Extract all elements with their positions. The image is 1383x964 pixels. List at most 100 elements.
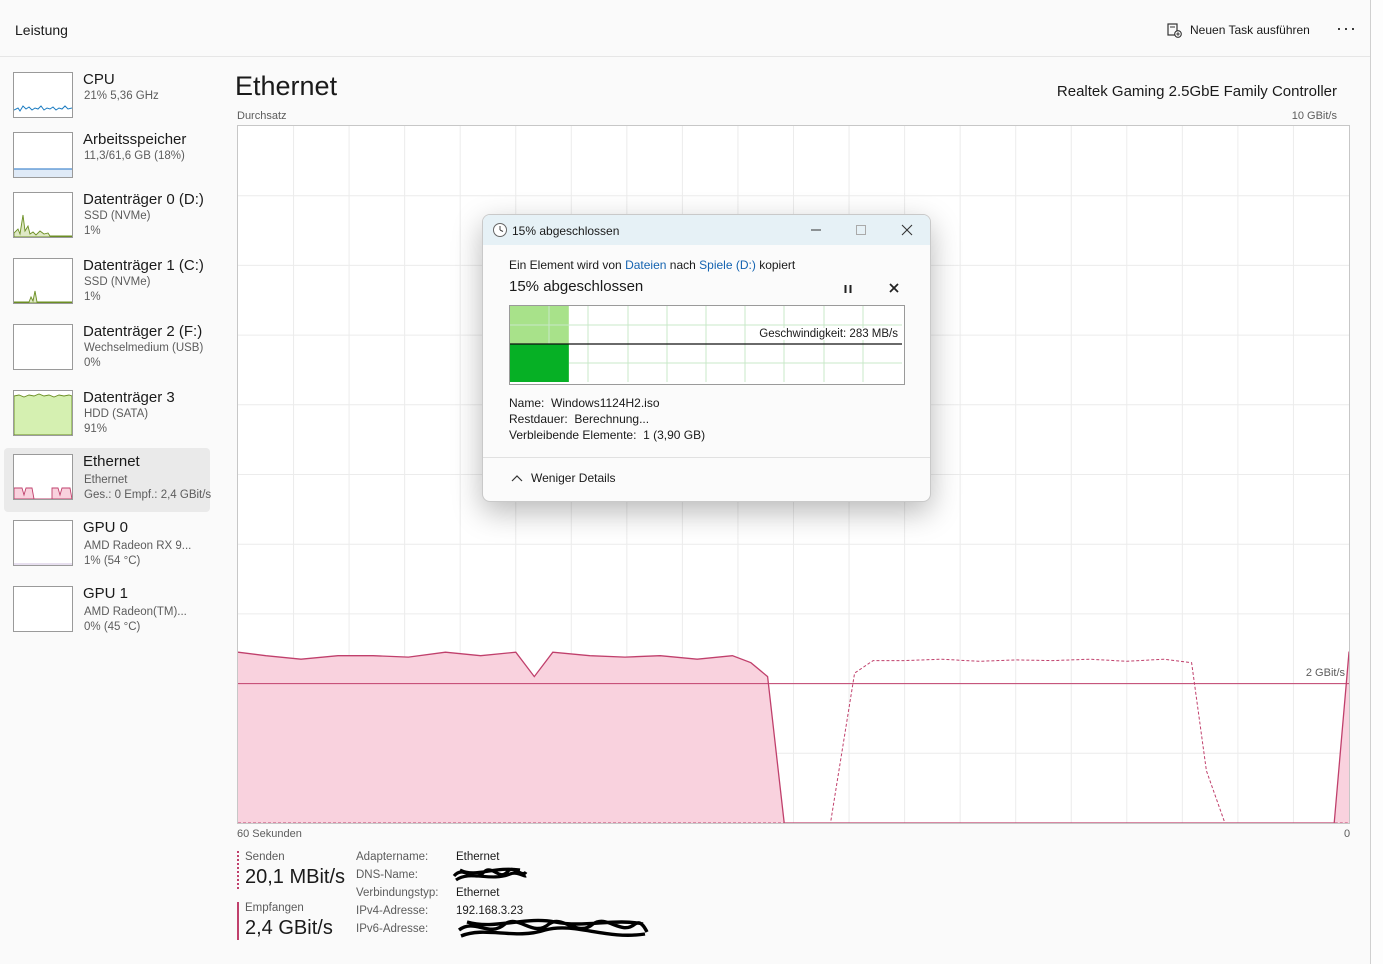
property-key: Adaptername:	[356, 851, 429, 863]
sidebar-item-usage: 0% (45 °C)	[84, 621, 141, 633]
detail-remaining: Restdauer: Berechnung...	[509, 411, 705, 427]
copy-speed-chart	[510, 306, 902, 382]
sidebar-item-name: GPU 1	[83, 585, 129, 602]
run-new-task-button[interactable]: Neuen Task ausführen	[1166, 20, 1310, 40]
page-title: Leistung	[15, 22, 68, 38]
sidebar-item-detail: 11,3/61,6 GB (18%)	[84, 150, 185, 162]
time-zero-label: 0	[1344, 828, 1351, 840]
top-bar: Leistung Neuen Task ausführen ···	[0, 0, 1370, 57]
sidebar-item-name: Datenträger 0 (D:)	[83, 191, 204, 208]
disk-2-thumbnail	[13, 324, 73, 370]
detail-key: Name:	[509, 396, 545, 410]
sidebar-item-memory[interactable]: Arbeitsspeicher 11,3/61,6 GB (18%)	[4, 126, 210, 190]
remaining-time-value: Berechnung...	[574, 412, 650, 426]
dialog-body: Ein Element wird von Dateien nach Spiele…	[509, 258, 909, 442]
receive-value: 2,4 GBit/s	[245, 917, 333, 939]
background-window-edge	[1370, 0, 1383, 964]
detail-name: Name: Windows1124H2.iso	[509, 395, 705, 411]
sidebar-item-name: CPU	[83, 71, 115, 88]
detail-key: Verbleibende Elemente:	[509, 428, 637, 442]
copy-prefix: Ein Element wird von	[509, 258, 622, 272]
gpu-1-thumbnail	[13, 586, 73, 632]
sidebar-item-usage: 91%	[84, 423, 108, 435]
cancel-copy-icon[interactable]	[887, 281, 901, 295]
dialog-title: 15% abgeschlossen	[512, 224, 620, 238]
sidebar-item-name: Arbeitsspeicher	[83, 131, 187, 148]
chevron-up-icon	[511, 475, 523, 482]
sidebar-item-detail: SSD (NVMe)	[84, 276, 151, 288]
adapter-name: Realtek Gaming 2.5GbE Family Controller	[1056, 83, 1337, 100]
sidebar-item-detail: Ethernet	[84, 474, 128, 486]
gpu-0-thumbnail	[13, 520, 73, 566]
graph-label: Durchsatz	[237, 110, 287, 122]
disk-1-thumbnail	[13, 258, 73, 304]
sidebar-item-detail: AMD Radeon(TM)...	[84, 606, 187, 618]
speed-label: Geschwindigkeit: 283 MB/s	[757, 328, 898, 340]
remaining-items-value: 1 (3,90 GB)	[643, 428, 706, 442]
sidebar-item-gpu-1[interactable]: GPU 1 AMD Radeon(TM)... 0% (45 °C)	[4, 580, 210, 644]
send-label: Senden	[245, 851, 285, 863]
detail-key: Restdauer:	[509, 412, 568, 426]
sidebar-item-detail: Wechselmedium (USB)	[84, 342, 204, 354]
file-name-value: Windows1124H2.iso	[551, 396, 660, 410]
copy-suffix: kopiert	[759, 258, 796, 272]
detail-items: Verbleibende Elemente: 1 (3,90 GB)	[509, 427, 705, 443]
main-title: Ethernet	[235, 71, 338, 101]
pause-icon[interactable]	[841, 282, 855, 296]
property-row: Verbindungstyp: Ethernet	[356, 887, 523, 905]
sidebar-item-detail: SSD (NVMe)	[84, 210, 151, 222]
receive-stat: Empfangen 2,4 GBit/s	[237, 902, 333, 940]
send-stat: Senden 20,1 MBit/s	[237, 851, 345, 889]
property-key: IPv6-Adresse:	[356, 923, 429, 935]
sidebar-item-name: Ethernet	[83, 453, 140, 470]
receive-label: Empfangen	[245, 902, 304, 914]
clock-icon	[493, 223, 507, 237]
percent-complete: 15% abgeschlossen	[509, 278, 644, 295]
fewer-details-button[interactable]: Weniger Details	[511, 471, 615, 485]
send-value: 20,1 MBit/s	[245, 866, 346, 888]
sidebar-item-usage: Ges.: 0 Empf.: 2,4 GBit/s	[84, 489, 212, 501]
sidebar-item-detail: HDD (SATA)	[84, 408, 149, 420]
cpu-thumbnail	[13, 72, 73, 118]
redaction-scribble-ipv6	[457, 918, 649, 938]
sidebar-item-usage: 1%	[84, 291, 101, 303]
sidebar-item-gpu-0[interactable]: GPU 0 AMD Radeon RX 9... 1% (54 °C)	[4, 514, 210, 578]
speed-history-fill	[510, 344, 569, 382]
sidebar-item-usage: 1% (54 °C)	[84, 555, 141, 567]
sidebar-item-detail: AMD Radeon RX 9...	[84, 540, 192, 552]
property-key: Verbindungstyp:	[356, 887, 439, 899]
disk-3-thumbnail	[13, 390, 73, 436]
memory-thumbnail	[13, 132, 73, 178]
source-link[interactable]: Dateien	[625, 258, 666, 272]
copy-progress-dialog: 15% abgeschlossen Ein Element wird von D…	[482, 214, 931, 502]
sidebar-item-disk-1[interactable]: Datenträger 1 (C:) SSD (NVMe) 1%	[4, 252, 210, 316]
sidebar-item-detail: 21% 5,36 GHz	[84, 90, 159, 102]
new-task-icon	[1167, 23, 1182, 38]
sidebar-item-usage: 0%	[84, 357, 101, 369]
copy-speed-graph: Geschwindigkeit: 283 MB/s	[509, 305, 905, 385]
sidebar-item-disk-2[interactable]: Datenträger 2 (F:) Wechselmedium (USB) 0…	[4, 318, 210, 382]
sidebar-item-disk-3[interactable]: Datenträger 3 HDD (SATA) 91%	[4, 384, 210, 448]
maximize-button[interactable]	[846, 219, 876, 241]
dialog-title-bar: 15% abgeschlossen	[483, 215, 930, 245]
sidebar-item-ethernet[interactable]: Ethernet Ethernet Ges.: 0 Empf.: 2,4 GBi…	[4, 448, 212, 512]
close-button[interactable]	[892, 219, 922, 241]
sidebar-item-name: Datenträger 2 (F:)	[83, 323, 203, 340]
sidebar-item-usage: 1%	[84, 225, 101, 237]
time-span-label: 60 Sekunden	[237, 828, 302, 840]
copy-description: Ein Element wird von Dateien nach Spiele…	[509, 258, 909, 272]
property-key: IPv4-Adresse:	[356, 905, 429, 917]
run-new-task-label: Neuen Task ausführen	[1190, 23, 1310, 37]
minimize-button[interactable]	[801, 219, 831, 241]
copy-mid: nach	[669, 258, 696, 272]
graph-max-label: 10 GBit/s	[1291, 110, 1337, 122]
destination-link[interactable]: Spiele (D:)	[699, 258, 756, 272]
sidebar-item-name: Datenträger 3	[83, 389, 175, 406]
sidebar-item-disk-0[interactable]: Datenträger 0 (D:) SSD (NVMe) 1%	[4, 186, 210, 250]
sidebar-item-cpu[interactable]: CPU 21% 5,36 GHz	[4, 66, 210, 130]
redaction-scribble-dns	[452, 867, 528, 882]
reference-line-label: 2 GBit/s	[1305, 667, 1345, 679]
more-options-button[interactable]: ···	[1336, 18, 1357, 39]
property-key: DNS-Name:	[356, 869, 418, 881]
dialog-separator	[483, 457, 930, 458]
